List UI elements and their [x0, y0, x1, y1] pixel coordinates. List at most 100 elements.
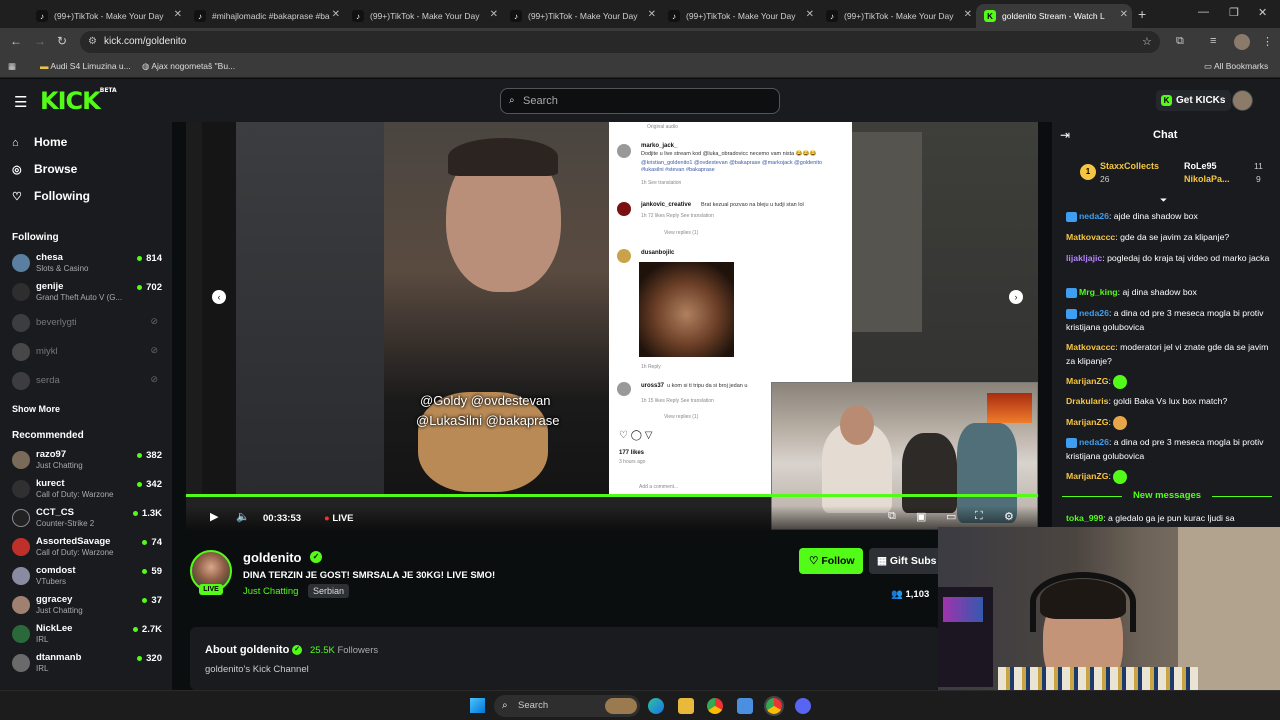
sidebar-channel-offline[interactable]: miykl ⊘ — [12, 340, 162, 366]
minimize-icon[interactable]: — — [1198, 6, 1209, 18]
sidebar-channel[interactable]: comdost VTubers 59 — [12, 564, 162, 590]
nav-browse[interactable]: ◎ Browse — [12, 162, 77, 176]
close-icon[interactable]: ✕ — [648, 9, 656, 20]
chat-username[interactable]: Mrg_king — [1079, 287, 1118, 297]
all-bookmarks[interactable]: ▭ All Bookmarks — [1204, 61, 1268, 72]
streamer-name[interactable]: goldenito — [243, 550, 302, 565]
back-icon[interactable]: ← — [10, 34, 22, 48]
chat-username[interactable]: toka_999 — [1066, 513, 1103, 523]
close-icon[interactable]: ✕ — [1120, 9, 1128, 20]
new-messages-divider[interactable]: New messages — [1062, 490, 1272, 501]
chat-username[interactable]: neda26 — [1079, 308, 1109, 318]
close-window-icon[interactable]: ✕ — [1258, 6, 1267, 19]
view-replies: View replies (1) — [664, 414, 699, 420]
hamburger-menu-icon[interactable]: ☰ — [14, 93, 27, 111]
sidebar-channel[interactable]: kurect Call of Duty: Warzone 342 — [12, 477, 162, 503]
show-more-link[interactable]: Show More — [12, 404, 60, 414]
sidebar-channel[interactable]: razo97 Just Chatting 382 — [12, 448, 162, 474]
forward-icon[interactable]: → — [34, 34, 46, 48]
apps-icon[interactable]: ▦ — [8, 61, 16, 72]
browser-tab[interactable]: ♪ (99+)TikTok - Make Your Day ✕ — [344, 4, 502, 28]
media-icon[interactable]: ≡ — [1210, 35, 1216, 47]
sidebar-channel[interactable]: AssortedSavage Call of Duty: Warzone 74 — [12, 535, 162, 561]
nav-following[interactable]: ♡ Following — [12, 189, 90, 203]
chat-username[interactable]: neda26 — [1079, 211, 1109, 221]
chat-username[interactable]: neda26 — [1079, 437, 1109, 447]
stream-category-link[interactable]: Just Chatting — [243, 586, 298, 597]
menu-icon[interactable]: ⋮ — [1262, 35, 1273, 48]
volume-icon[interactable]: 🔈 — [236, 510, 250, 523]
sidebar-channel-offline[interactable]: beverlygti ⊘ — [12, 311, 162, 337]
sidebar-channel[interactable]: ggracey Just Chatting 37 — [12, 593, 162, 619]
chrome-active-icon[interactable] — [764, 696, 784, 716]
sidebar-channel-offline[interactable]: serda ⊘ — [12, 369, 162, 395]
sidebar-channel[interactable]: chesa Slots & Casino 814 — [12, 251, 162, 277]
sidebar-channel[interactable]: genije Grand Theft Auto V (G... 702 — [12, 280, 162, 306]
restore-icon[interactable]: ❐ — [1229, 6, 1239, 19]
theater-icon[interactable]: ▭ — [946, 510, 956, 523]
video-progress-bar[interactable] — [186, 494, 1038, 497]
bookmark-star-icon[interactable]: ☆ — [1142, 35, 1152, 48]
bookmark-item[interactable]: ◍ Ajax nogometaš "Bu... — [142, 61, 235, 72]
new-tab-icon[interactable]: + — [1138, 6, 1146, 22]
chat-username[interactable]: Matkovaccc — [1066, 342, 1115, 352]
chevron-down-icon[interactable]: ⏷ — [1160, 195, 1167, 206]
follow-button[interactable]: ♡ Follow — [799, 548, 863, 574]
close-icon[interactable]: ✕ — [332, 9, 340, 20]
live-indicator[interactable]: ● LIVE — [324, 513, 354, 524]
close-icon[interactable]: ✕ — [964, 9, 972, 20]
collapse-chat-icon[interactable]: ⇥ — [1060, 128, 1070, 142]
notepad-icon[interactable] — [737, 698, 753, 714]
gift-label: Gift Subs — [889, 555, 937, 567]
sidebar-channel[interactable]: dtanmanb IRL 320 — [12, 651, 162, 677]
chat-username[interactable]: lijakljajic — [1066, 253, 1102, 263]
pip-icon[interactable]: ▣ — [916, 510, 926, 523]
close-icon[interactable]: ✕ — [174, 9, 182, 20]
close-icon[interactable]: ✕ — [490, 9, 498, 20]
avatar — [617, 249, 631, 263]
gift-subs-button[interactable]: ▦ Gift Subs — [869, 548, 949, 574]
get-kicks-button[interactable]: K Get KICKs — [1156, 90, 1232, 111]
search-input[interactable]: ⌕ Search — [500, 88, 780, 114]
clip-icon[interactable]: ⧉ — [888, 510, 896, 523]
close-icon[interactable]: ✕ — [806, 9, 814, 20]
url-text: kick.com/goldenito — [104, 36, 187, 47]
discord-icon[interactable] — [795, 698, 811, 714]
live-badge: LIVE — [199, 584, 223, 595]
sidebar-channel[interactable]: CCT_CS Counter-Strike 2 1.3K — [12, 506, 162, 532]
chat-username[interactable]: Matkovaccc — [1066, 232, 1115, 242]
browser-tab[interactable]: ♪ (99+)TikTok - Make Your Day ✕ — [28, 4, 186, 28]
site-info-icon[interactable]: ⚙ — [88, 31, 97, 53]
chat-username[interactable]: Drakularis — [1066, 396, 1109, 406]
browser-tab[interactable]: ♪ (99+)TikTok - Make Your Day ✕ — [502, 4, 660, 28]
extensions-icon[interactable]: ⧉ — [1176, 35, 1184, 48]
browser-tab[interactable]: ♪ #mihajlomadic #bakaprase #ba ✕ — [186, 4, 344, 28]
sidebar-channel[interactable]: NickLee IRL 2.7K — [12, 622, 162, 648]
reload-icon[interactable]: ↻ — [57, 34, 67, 48]
browser-tab[interactable]: ♪ (99+)TikTok - Make Your Day ✕ — [818, 4, 976, 28]
like-icon: ♡ ◯ ▽ — [619, 430, 653, 441]
stream-language-tag[interactable]: Serbian — [308, 584, 350, 598]
user-avatar[interactable] — [1232, 90, 1253, 111]
profile-avatar[interactable] — [1234, 34, 1250, 50]
play-icon[interactable]: ▶ — [210, 510, 218, 523]
fullscreen-icon[interactable]: ⛶ — [975, 510, 983, 523]
nav-home[interactable]: ⌂ Home — [12, 135, 67, 149]
bookmark-item[interactable]: ▬ Audi S4 Limuzina u... — [40, 61, 131, 71]
chrome-icon[interactable] — [707, 698, 723, 714]
url-input[interactable]: ⚙ kick.com/goldenito — [80, 31, 1160, 53]
settings-gear-icon[interactable]: ⚙ — [1004, 510, 1014, 523]
windows-start-icon[interactable] — [470, 698, 485, 713]
offline-icon: ⊘ — [150, 374, 158, 384]
chat-username[interactable]: MarijanZG — [1066, 376, 1108, 386]
channel-category: IRL — [36, 664, 49, 673]
video-player[interactable]: @Goldy @ovdestevan @LukaSilni @bakaprase… — [186, 122, 1038, 530]
browser-tab-active[interactable]: K goldenito Stream - Watch L ✕ — [976, 4, 1132, 28]
taskbar-search[interactable]: ⌕ Search — [494, 695, 640, 717]
chat-username[interactable]: MarijanZG — [1066, 471, 1108, 481]
browser-tab[interactable]: ♪ (99+)TikTok - Make Your Day ✕ — [660, 4, 818, 28]
edge-icon[interactable] — [648, 698, 664, 714]
kick-logo[interactable]: KICKBETA — [40, 87, 117, 115]
file-explorer-icon[interactable] — [678, 698, 694, 714]
chat-username[interactable]: MarijanZG — [1066, 417, 1108, 427]
